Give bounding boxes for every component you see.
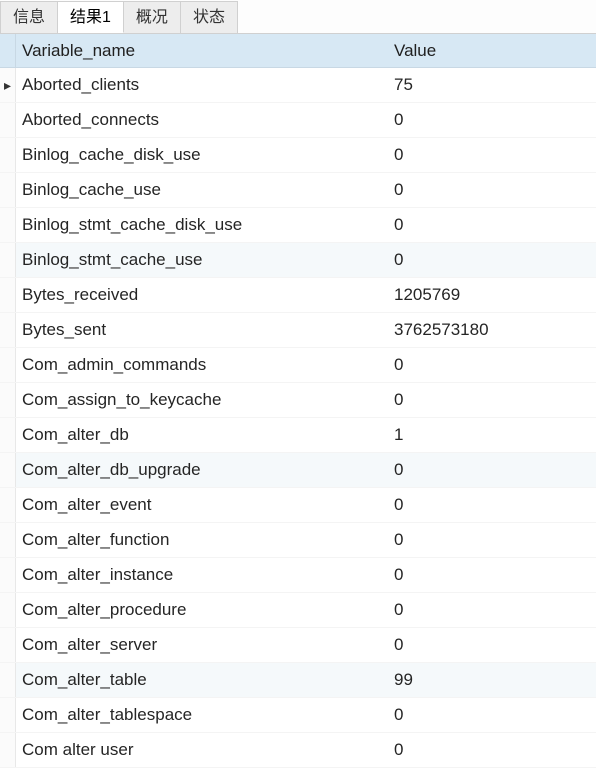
- cell-variable-name: Binlog_cache_disk_use: [16, 145, 388, 165]
- table-row[interactable]: Com alter user0: [0, 733, 596, 768]
- cell-value: 0: [388, 460, 596, 480]
- row-indicator: [0, 488, 16, 522]
- cell-variable-name: Com_assign_to_keycache: [16, 390, 388, 410]
- cell-value: 0: [388, 530, 596, 550]
- table-row[interactable]: Com_alter_server0: [0, 628, 596, 663]
- cell-variable-name: Com_alter_table: [16, 670, 388, 690]
- table-row[interactable]: Binlog_cache_use0: [0, 173, 596, 208]
- table-row[interactable]: Com_alter_instance0: [0, 558, 596, 593]
- row-indicator: [0, 138, 16, 172]
- cell-variable-name: Com_alter_db: [16, 425, 388, 445]
- cell-value: 0: [388, 600, 596, 620]
- cell-variable-name: Binlog_stmt_cache_disk_use: [16, 215, 388, 235]
- row-indicator: [0, 173, 16, 207]
- row-indicator: [0, 348, 16, 382]
- cell-value: 0: [388, 250, 596, 270]
- cell-value: 0: [388, 495, 596, 515]
- table-row[interactable]: Com_admin_commands0: [0, 348, 596, 383]
- tab-3[interactable]: 状态: [181, 1, 238, 33]
- table-row[interactable]: Binlog_cache_disk_use0: [0, 138, 596, 173]
- row-indicator: [0, 313, 16, 347]
- cell-variable-name: Com_admin_commands: [16, 355, 388, 375]
- table-row[interactable]: Binlog_stmt_cache_disk_use0: [0, 208, 596, 243]
- row-indicator: [0, 103, 16, 137]
- row-indicator: ▸: [0, 68, 16, 102]
- table-row[interactable]: Com_alter_db_upgrade0: [0, 453, 596, 488]
- grid-body: ▸Aborted_clients75Aborted_connects0Binlo…: [0, 68, 596, 768]
- row-indicator: [0, 523, 16, 557]
- cell-value: 1205769: [388, 285, 596, 305]
- cell-variable-name: Binlog_stmt_cache_use: [16, 250, 388, 270]
- cell-variable-name: Binlog_cache_use: [16, 180, 388, 200]
- cell-variable-name: Com_alter_db_upgrade: [16, 460, 388, 480]
- cell-value: 75: [388, 75, 596, 95]
- row-indicator: [0, 663, 16, 697]
- cell-value: 3762573180: [388, 320, 596, 340]
- table-row[interactable]: Binlog_stmt_cache_use0: [0, 243, 596, 278]
- row-indicator: [0, 453, 16, 487]
- column-header-value[interactable]: Value: [388, 41, 596, 61]
- cell-variable-name: Bytes_received: [16, 285, 388, 305]
- row-indicator: [0, 558, 16, 592]
- table-row[interactable]: Com_alter_table99: [0, 663, 596, 698]
- table-row[interactable]: Com_alter_db1: [0, 418, 596, 453]
- row-indicator: [0, 208, 16, 242]
- cell-variable-name: Com_alter_function: [16, 530, 388, 550]
- cell-value: 0: [388, 635, 596, 655]
- tab-1[interactable]: 结果1: [58, 1, 124, 33]
- table-row[interactable]: Com_assign_to_keycache0: [0, 383, 596, 418]
- table-row[interactable]: Bytes_received1205769: [0, 278, 596, 313]
- cell-value: 0: [388, 355, 596, 375]
- header-gutter: [0, 34, 16, 67]
- cell-variable-name: Com_alter_procedure: [16, 600, 388, 620]
- tab-bar: 信息结果1概况状态: [0, 0, 596, 34]
- cell-value: 0: [388, 390, 596, 410]
- cell-variable-name: Com_alter_instance: [16, 565, 388, 585]
- tab-2[interactable]: 概况: [124, 1, 181, 33]
- cell-variable-name: Aborted_connects: [16, 110, 388, 130]
- row-indicator: [0, 698, 16, 732]
- column-header-name[interactable]: Variable_name: [16, 41, 388, 61]
- cell-value: 0: [388, 705, 596, 725]
- table-row[interactable]: Com_alter_procedure0: [0, 593, 596, 628]
- table-row[interactable]: Com_alter_function0: [0, 523, 596, 558]
- cell-variable-name: Com_alter_tablespace: [16, 705, 388, 725]
- cell-value: 0: [388, 110, 596, 130]
- results-grid: Variable_name Value ▸Aborted_clients75Ab…: [0, 34, 596, 768]
- cell-value: 0: [388, 740, 596, 760]
- cell-value: 0: [388, 180, 596, 200]
- cell-value: 99: [388, 670, 596, 690]
- cell-variable-name: Aborted_clients: [16, 75, 388, 95]
- row-indicator: [0, 278, 16, 312]
- grid-header-row: Variable_name Value: [0, 34, 596, 68]
- cell-value: 0: [388, 145, 596, 165]
- cell-value: 1: [388, 425, 596, 445]
- row-indicator: [0, 628, 16, 662]
- table-row[interactable]: Com_alter_event0: [0, 488, 596, 523]
- row-indicator: [0, 418, 16, 452]
- row-indicator: [0, 733, 16, 767]
- tab-0[interactable]: 信息: [0, 1, 58, 33]
- table-row[interactable]: ▸Aborted_clients75: [0, 68, 596, 103]
- row-indicator: [0, 383, 16, 417]
- table-row[interactable]: Com_alter_tablespace0: [0, 698, 596, 733]
- cell-variable-name: Com_alter_server: [16, 635, 388, 655]
- table-row[interactable]: Bytes_sent3762573180: [0, 313, 596, 348]
- cell-variable-name: Com_alter_event: [16, 495, 388, 515]
- table-row[interactable]: Aborted_connects0: [0, 103, 596, 138]
- cell-variable-name: Com alter user: [16, 740, 388, 760]
- row-indicator: [0, 243, 16, 277]
- cell-value: 0: [388, 565, 596, 585]
- row-indicator: [0, 593, 16, 627]
- cell-value: 0: [388, 215, 596, 235]
- cell-variable-name: Bytes_sent: [16, 320, 388, 340]
